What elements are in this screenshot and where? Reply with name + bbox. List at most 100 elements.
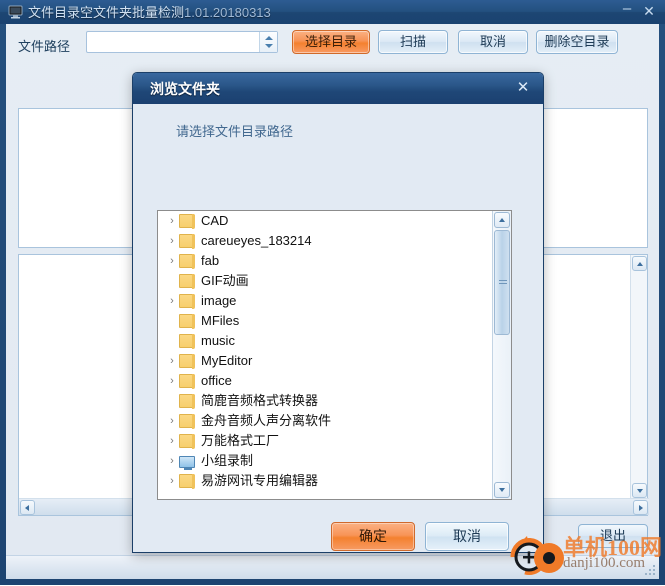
window-titlebar: 文件目录空文件夹批量检测1.01.20180313 – ✕ <box>0 0 665 24</box>
dialog-cancel-button[interactable]: 取消 <box>425 522 509 551</box>
cancel-button[interactable]: 取消 <box>458 30 528 54</box>
tree-indent-spacer: › <box>165 271 179 291</box>
folder-icon <box>179 394 195 409</box>
tree-vertical-scrollbar[interactable] <box>492 211 511 499</box>
dialog-ok-button[interactable]: 确定 <box>331 522 415 551</box>
triangle-down-icon <box>499 488 505 492</box>
tree-item-label: careueyes_183214 <box>201 233 312 248</box>
folder-icon <box>179 234 195 249</box>
tree-item[interactable]: › 易游网讯专用编辑器 <box>158 471 492 491</box>
tree-item[interactable]: › office <box>158 371 492 391</box>
chevron-up-icon <box>264 36 273 40</box>
delete-empty-dirs-button[interactable]: 删除空目录 <box>536 30 618 54</box>
folder-icon <box>179 374 195 389</box>
status-bar <box>6 555 659 579</box>
folder-icon <box>179 414 195 429</box>
triangle-up-icon <box>636 262 643 266</box>
minimize-button[interactable]: – <box>618 1 636 20</box>
exit-button[interactable]: 退出 <box>578 524 648 548</box>
chevron-right-icon[interactable]: › <box>165 411 179 431</box>
tree-item-label: MFiles <box>201 313 240 328</box>
scroll-up-button[interactable] <box>632 256 647 271</box>
scroll-right-button[interactable] <box>633 500 648 515</box>
scroll-left-button[interactable] <box>20 500 35 515</box>
folder-icon <box>179 334 195 349</box>
select-directory-button[interactable]: 选择目录 <box>292 30 370 54</box>
tree-item-label: office <box>201 373 232 388</box>
folder-icon <box>179 474 195 489</box>
dialog-close-icon[interactable]: ✕ <box>514 79 532 97</box>
tree-item[interactable]: › MyEditor <box>158 351 492 371</box>
close-button[interactable]: ✕ <box>640 2 658 20</box>
folder-tree-list[interactable]: › CAD › careueyes_183214 › fab › GIF动画 › image › MF… <box>158 211 492 499</box>
folder-icon <box>179 314 195 329</box>
computer-icon <box>8 5 23 19</box>
folder-icon <box>179 214 195 229</box>
tree-item-label: 万能格式工厂 <box>201 433 280 448</box>
file-path-label: 文件路径 <box>18 39 71 54</box>
resize-grip-icon[interactable] <box>643 563 657 577</box>
tree-scroll-up-button[interactable] <box>494 212 510 228</box>
tree-item[interactable]: › fab <box>158 251 492 271</box>
chevron-right-icon[interactable]: › <box>165 211 179 231</box>
tree-item[interactable]: › CAD <box>158 211 492 231</box>
browse-folder-dialog: 浏览文件夹 ✕ 请选择文件目录路径 › CAD › careueyes_183214 ›… <box>132 72 544 553</box>
chevron-right-icon[interactable]: › <box>165 451 179 471</box>
tree-item-label: 金舟音频人声分离软件 <box>201 413 332 428</box>
chevron-right-icon[interactable]: › <box>165 351 179 371</box>
dialog-titlebar: 浏览文件夹 ✕ <box>133 73 543 104</box>
tree-item[interactable]: › 小组录制 <box>158 451 492 471</box>
folder-icon <box>179 254 195 269</box>
chevron-right-icon[interactable]: › <box>165 471 179 491</box>
scrollbar-grip-icon <box>499 279 507 286</box>
tree-item[interactable]: › careueyes_183214 <box>158 231 492 251</box>
tree-scroll-down-button[interactable] <box>494 482 510 498</box>
tree-indent-spacer: › <box>165 391 179 411</box>
dialog-prompt-text: 请选择文件目录路径 <box>176 124 294 139</box>
chevron-down-icon <box>264 44 273 48</box>
tree-item[interactable]: › MFiles <box>158 311 492 331</box>
tree-item-label: MyEditor <box>201 353 253 368</box>
chevron-right-icon[interactable]: › <box>165 231 179 251</box>
chevron-right-icon[interactable]: › <box>165 431 179 451</box>
file-path-input[interactable] <box>87 32 259 52</box>
tree-item[interactable]: › music <box>158 331 492 351</box>
chevron-right-icon[interactable]: › <box>165 291 179 311</box>
tree-item-label: music <box>201 333 235 348</box>
tree-item-label: 简鹿音频格式转换器 <box>201 393 319 408</box>
monitor-icon <box>179 456 195 470</box>
tree-item-label: CAD <box>201 213 229 228</box>
chevron-right-icon[interactable]: › <box>165 251 179 271</box>
tree-item-label: 小组录制 <box>201 453 254 468</box>
triangle-up-icon <box>499 218 505 222</box>
folder-icon <box>179 354 195 369</box>
triangle-down-icon <box>636 489 643 493</box>
triangle-right-icon <box>639 504 643 511</box>
panel-vertical-scrollbar[interactable] <box>630 255 647 499</box>
tree-item-label: image <box>201 293 237 308</box>
tree-item[interactable]: › 金舟音频人声分离软件 <box>158 411 492 431</box>
tree-item[interactable]: › 简鹿音频格式转换器 <box>158 391 492 411</box>
tree-item[interactable]: › 万能格式工厂 <box>158 431 492 451</box>
scroll-down-button[interactable] <box>632 483 647 498</box>
tree-item-label: GIF动画 <box>201 273 249 288</box>
folder-icon <box>179 294 195 309</box>
tree-item[interactable]: › GIF动画 <box>158 271 492 291</box>
window-version-text: 1.01.20180313 <box>184 5 271 20</box>
folder-icon <box>179 274 195 289</box>
toolbar: 文件路径 选择目录 扫描 取消 删除空目录 <box>6 24 659 64</box>
scan-button[interactable]: 扫描 <box>378 30 448 54</box>
file-path-combobox[interactable] <box>86 31 278 53</box>
tree-item[interactable]: › image <box>158 291 492 311</box>
folder-icon <box>179 434 195 449</box>
dialog-title: 浏览文件夹 <box>150 81 220 97</box>
tree-item-label: 易游网讯专用编辑器 <box>201 473 319 488</box>
window-title-text: 文件目录空文件夹批量检测 <box>28 5 185 20</box>
tree-scrollbar-thumb[interactable] <box>494 230 510 335</box>
folder-tree-container[interactable]: › CAD › careueyes_183214 › fab › GIF动画 › image › MF… <box>157 210 512 500</box>
window-title: 文件目录空文件夹批量检测1.01.20180313 <box>28 3 271 23</box>
path-spinner-button[interactable] <box>259 32 277 52</box>
triangle-left-icon <box>25 504 29 511</box>
tree-indent-spacer: › <box>165 311 179 331</box>
chevron-right-icon[interactable]: › <box>165 371 179 391</box>
